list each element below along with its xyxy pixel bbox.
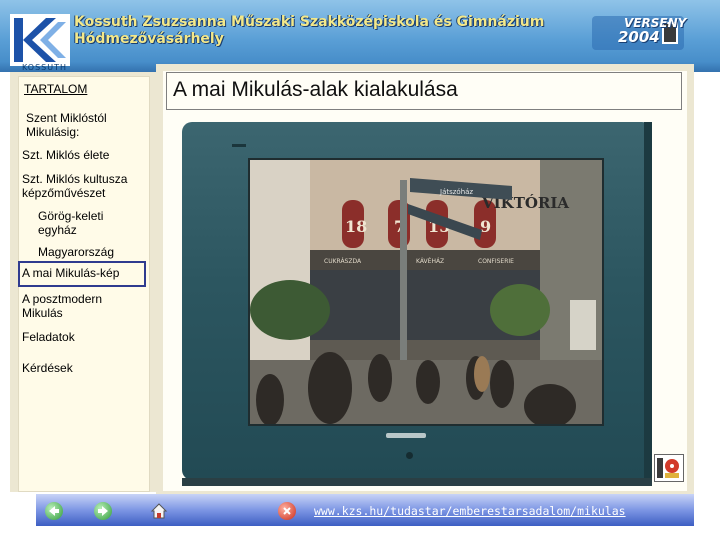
video-player[interactable]: 18 7 15 9 CUKRÁSZDA KÁVÉHÁZ CONFISERIE V… — [248, 158, 604, 426]
close-button[interactable] — [278, 502, 296, 520]
sidebar-item-szt-miklos-kultusza-label: Szt. Miklós kultusza képzőművészet — [22, 172, 128, 200]
arrow-left-icon — [49, 506, 59, 516]
page-title: A mai Mikulás-alak kialakulása — [173, 78, 458, 101]
tv-indicator — [232, 144, 246, 147]
tv-stand — [182, 478, 652, 486]
sidebar-item-posztmodern-mikulas[interactable]: A posztmodern Mikulás — [22, 292, 132, 320]
shop-sign-3: CONFISERIE — [478, 258, 514, 265]
video-frame-image: 18 7 15 9 CUKRÁSZDA KÁVÉHÁZ CONFISERIE V… — [250, 160, 602, 424]
school-name: Kossuth Zsuzsanna Műszaki Szakközépiskol… — [74, 14, 545, 30]
tv-power-button — [406, 452, 413, 459]
sidebar-item-szent-miklostol[interactable]: Szent Miklóstól Mikulásig: — [26, 111, 136, 139]
page-title-box: A mai Mikulás-alak kialakulása — [166, 72, 682, 110]
film-reel-graphic — [657, 458, 679, 478]
window-number-1: 18 — [345, 217, 367, 236]
logo-caption: KOSSUTH — [22, 63, 68, 72]
tv-side — [644, 122, 652, 480]
sidebar-item-magyarorszag[interactable]: Magyarország — [38, 245, 114, 259]
sidebar-item-szt-miklos-kultusza[interactable]: Szt. Miklós kultusza képzőművészet — [22, 172, 142, 200]
sidebar-item-kerdesek[interactable]: Kérdések — [22, 361, 73, 375]
home-button[interactable] — [150, 502, 168, 520]
tv-brand-plate — [386, 433, 426, 438]
sidebar-item-mai-mikulas-kep[interactable]: A mai Mikulás-kép — [22, 266, 119, 280]
film-reel-icon[interactable] — [654, 454, 684, 482]
arrow-right-icon — [98, 506, 108, 516]
home-icon — [150, 503, 168, 519]
street-sign-text: Játszóház — [439, 188, 473, 196]
shop-sign-1: CUKRÁSZDA — [324, 258, 362, 265]
sidebar-item-szt-miklos-elete[interactable]: Szt. Miklós élete — [22, 148, 109, 162]
back-button[interactable] — [45, 502, 63, 520]
sidebar-item-feladatok[interactable]: Feladatok — [22, 330, 75, 344]
sidebar-item-tartalom[interactable]: TARTALOM — [24, 82, 87, 96]
shop-sign-2: KÁVÉHÁZ — [416, 257, 444, 265]
competition-year: 2004 — [618, 28, 660, 46]
school-city: Hódmezővásárhely — [74, 31, 224, 47]
close-icon — [283, 507, 291, 515]
window-number-4: 9 — [480, 217, 491, 236]
kossuth-logo-icon — [10, 14, 70, 66]
forward-button[interactable] — [94, 502, 112, 520]
footer-url-link[interactable]: www.kzs.hu/tudastar/emberestarsadalom/mi… — [314, 504, 626, 518]
sidebar-item-gorog-keleti[interactable]: Görög-keleti egyház — [38, 209, 138, 237]
